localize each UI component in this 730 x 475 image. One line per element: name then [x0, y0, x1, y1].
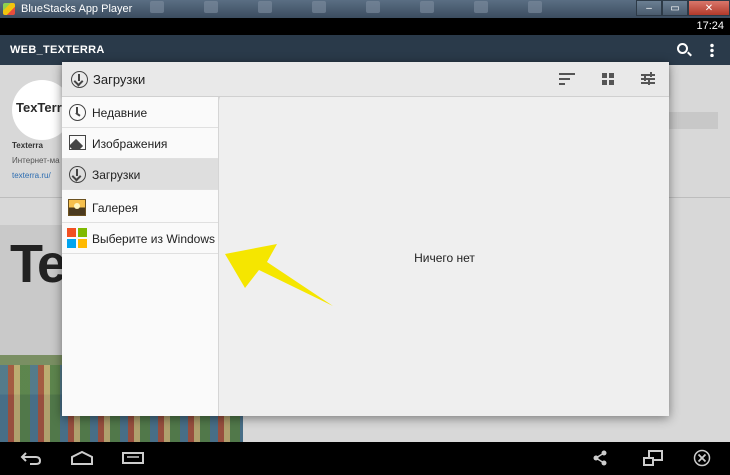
sidebar-item-downloads[interactable]: Загрузки — [62, 159, 218, 190]
window-controls: – ▭ ✕ — [636, 0, 730, 16]
dialog-title: Загрузки — [93, 72, 146, 87]
clock-icon — [69, 104, 86, 121]
profile-url-link[interactable]: texterra.ru/ — [12, 171, 51, 180]
more-options-icon[interactable] — [710, 43, 714, 57]
window-title: BlueStacks App Player — [21, 3, 133, 15]
maximize-button[interactable]: ▭ — [662, 0, 688, 16]
sidebar-item-gallery[interactable]: Галерея — [62, 192, 218, 223]
bluestacks-logo-icon — [3, 3, 15, 15]
settings-sliders-icon[interactable] — [641, 72, 655, 86]
home-icon[interactable] — [70, 450, 94, 466]
minimize-button[interactable]: – — [636, 0, 662, 16]
sidebar-item-label: Выберите из Windows — [92, 232, 216, 246]
close-window-button[interactable]: ✕ — [688, 0, 730, 16]
back-icon[interactable] — [20, 450, 42, 466]
dialog-header: Загрузки — [62, 62, 669, 97]
sidebar-item-label: Загрузки — [92, 168, 141, 182]
sidebar-item-label: Недавние — [92, 106, 148, 120]
taskbar-thumbnails — [150, 1, 620, 17]
app-title: WEB_TEXTERRA — [10, 44, 105, 56]
profile-description: Интернет-ма — [12, 156, 60, 165]
download-icon — [71, 71, 88, 88]
recent-apps-icon[interactable] — [121, 451, 145, 465]
sort-icon[interactable] — [559, 73, 575, 85]
windows-icon — [67, 228, 87, 248]
share-icon[interactable] — [592, 450, 608, 466]
sidebar-item-recent[interactable]: Недавние — [62, 97, 218, 128]
sidebar-item-label: Изображения — [92, 137, 168, 151]
sidebar-item-label: Галерея — [92, 201, 139, 215]
close-app-icon[interactable] — [693, 449, 711, 467]
annotation-arrow-icon — [225, 244, 333, 306]
grid-view-icon[interactable] — [602, 73, 614, 85]
screen: BlueStacks App Player – ▭ ✕ 17:24 WEB_TE… — [0, 0, 730, 475]
clock: 17:24 — [696, 20, 724, 32]
sidebar-item-windows[interactable]: Выберите из Windows — [62, 223, 218, 254]
file-picker-dialog: Загрузки Недавние Изображения Загрузки Г… — [62, 62, 669, 416]
image-icon — [69, 135, 86, 150]
download-icon — [69, 166, 86, 183]
gallery-icon — [68, 199, 86, 216]
sidebar-item-images[interactable]: Изображения — [62, 128, 218, 159]
profile-name: Texterra — [12, 141, 43, 150]
background-field — [668, 112, 718, 129]
android-nav-bar — [0, 442, 730, 475]
app-toolbar: WEB_TEXTERRA — [0, 35, 730, 65]
search-icon[interactable] — [677, 43, 688, 54]
android-status-bar: 17:24 — [0, 18, 730, 35]
screen-mode-icon[interactable] — [642, 449, 664, 467]
window-titlebar: BlueStacks App Player – ▭ ✕ — [0, 0, 730, 18]
dialog-sidebar: Недавние Изображения Загрузки Галерея Вы… — [62, 97, 219, 416]
